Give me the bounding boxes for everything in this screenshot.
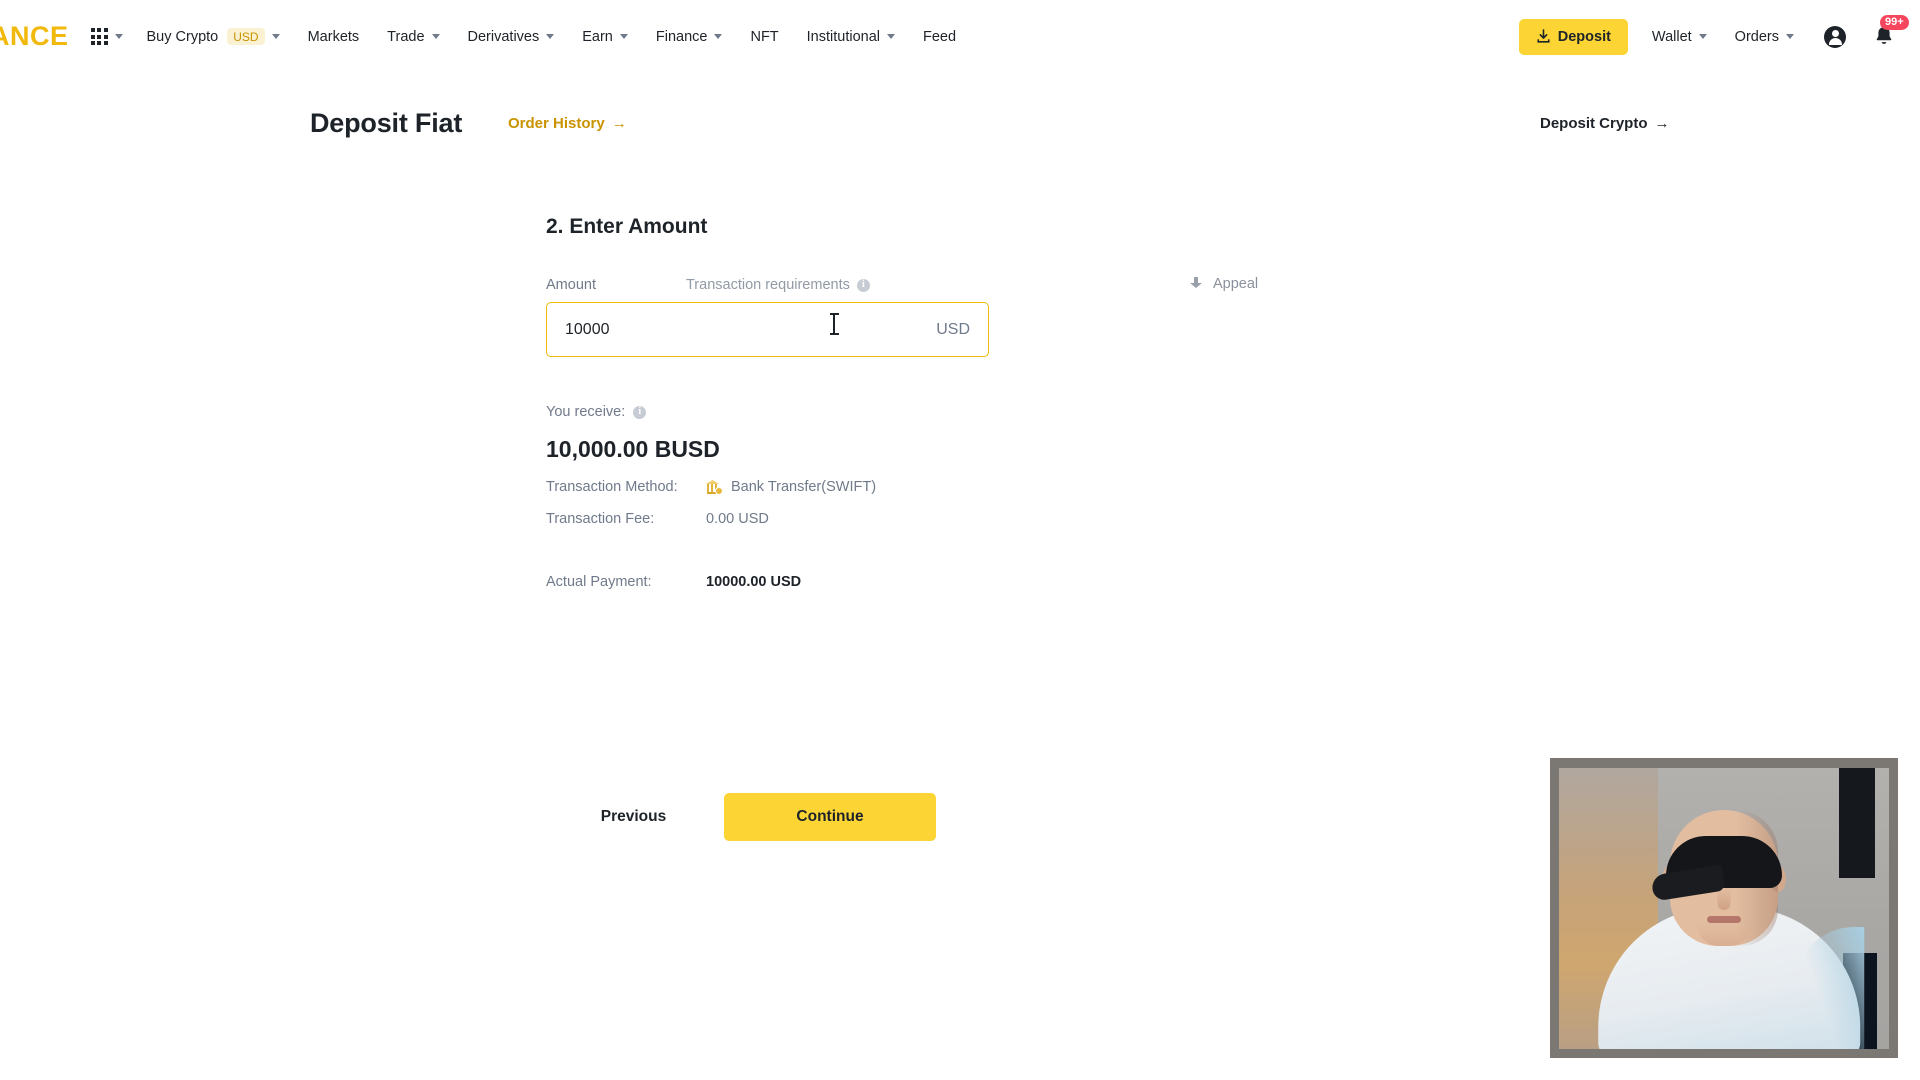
nav-label-trade: Trade — [387, 28, 425, 45]
enter-amount-form: 2. Enter Amount Amount Transaction requi… — [546, 215, 1006, 590]
webcam-shoulder-shadow — [1794, 927, 1865, 1049]
nav-item-wallet[interactable]: Wallet — [1628, 0, 1721, 73]
grid-apps-icon — [90, 28, 108, 45]
transaction-fee-value: 0.00 USD — [706, 511, 769, 527]
transaction-method-label: Transaction Method: — [546, 479, 678, 495]
nav-item-nft[interactable]: NFT — [736, 0, 792, 73]
order-history-link[interactable]: Order History → — [508, 115, 627, 132]
deposit-button-label: Deposit — [1557, 28, 1611, 45]
nav-item-orders[interactable]: Orders — [1721, 0, 1808, 73]
top-navbar: ANCE Buy Crypto USD Markets Trade Deriva… — [0, 0, 1920, 73]
you-receive-amount: 10,000.00 BUSD — [546, 436, 720, 462]
nav-item-institutional[interactable]: Institutional — [793, 0, 909, 73]
chevron-down-icon — [114, 34, 123, 39]
transaction-fee-row: Transaction Fee: 0.00 USD — [546, 511, 1006, 527]
apps-menu-button[interactable] — [83, 28, 133, 45]
chevron-down-icon — [887, 34, 896, 39]
webcam-person-head — [1650, 810, 1786, 946]
amount-input[interactable] — [565, 320, 937, 339]
amount-currency-suffix: USD — [936, 320, 970, 338]
page-header: Deposit Fiat Order History → Deposit Cry… — [0, 103, 1920, 143]
continue-button[interactable]: Continue — [724, 793, 936, 841]
chevron-down-icon — [619, 34, 628, 39]
nav-label-buy-crypto: Buy Crypto — [146, 28, 219, 45]
download-icon — [1537, 29, 1550, 43]
amount-field-header: Amount Transaction requirements — [546, 277, 1006, 293]
appeal-link[interactable]: Appeal — [1189, 276, 1258, 292]
arrow-right-icon: → — [611, 114, 627, 132]
info-icon[interactable] — [633, 405, 647, 419]
nav-item-finance[interactable]: Finance — [642, 0, 737, 73]
transaction-method-row: Transaction Method: Bank Transfer(SWIFT) — [546, 479, 1006, 495]
notification-count-badge: 99+ — [1880, 14, 1909, 30]
binance-logo[interactable]: ANCE — [0, 21, 83, 52]
actual-payment-label: Actual Payment: — [546, 574, 652, 590]
transaction-fee-label: Transaction Fee: — [546, 511, 655, 527]
nav-label-wallet: Wallet — [1651, 28, 1692, 45]
nav-item-feed[interactable]: Feed — [909, 0, 970, 73]
nav-label-markets: Markets — [307, 28, 360, 45]
appeal-label: Appeal — [1213, 276, 1259, 292]
nav-label-feed: Feed — [923, 28, 957, 45]
deposit-button[interactable]: Deposit — [1518, 18, 1628, 55]
you-receive-label: You receive: — [546, 404, 626, 420]
chevron-down-icon — [1698, 34, 1707, 39]
order-history-label: Order History — [508, 114, 605, 132]
nav-label-finance: Finance — [655, 28, 708, 45]
bank-icon — [706, 480, 723, 495]
notifications-button[interactable]: 99+ — [1872, 14, 1909, 50]
webcam-person-nose — [1717, 888, 1731, 910]
chevron-down-icon — [1786, 34, 1794, 39]
webcam-video-frame — [1559, 768, 1889, 1049]
info-icon[interactable] — [856, 278, 870, 292]
amount-label: Amount — [546, 277, 596, 293]
nav-label-nft: NFT — [750, 28, 779, 45]
transaction-requirements-label: Transaction requirements — [685, 277, 850, 293]
deposit-crypto-label: Deposit Crypto — [1540, 114, 1648, 132]
nav-label-institutional: Institutional — [806, 28, 881, 45]
transaction-requirements-link[interactable]: Transaction requirements — [686, 277, 870, 293]
chevron-down-icon — [546, 34, 555, 39]
nav-item-trade[interactable]: Trade — [373, 0, 453, 73]
actual-payment-value: 10000.00 USD — [706, 574, 802, 590]
nav-item-earn[interactable]: Earn — [568, 0, 642, 73]
previous-button[interactable]: Previous — [546, 793, 721, 841]
deposit-crypto-link[interactable]: Deposit Crypto → — [1540, 115, 1670, 132]
nav-item-derivatives[interactable]: Derivatives — [454, 0, 569, 73]
actual-payment-row: Actual Payment: 10000.00 USD — [546, 574, 1006, 590]
user-account-icon[interactable] — [1824, 25, 1846, 48]
webcam-person-cap — [1650, 836, 1782, 902]
nav-item-markets[interactable]: Markets — [294, 0, 374, 73]
nav-label-earn: Earn — [582, 28, 613, 45]
form-actions: Previous Continue — [546, 793, 936, 841]
transaction-method-value-group: Bank Transfer(SWIFT) — [706, 479, 876, 495]
nav-label-orders: Orders — [1734, 28, 1779, 45]
navbar-left-group: ANCE Buy Crypto USD Markets Trade Deriva… — [0, 0, 970, 73]
nav-label-derivatives: Derivatives — [467, 28, 540, 45]
arrow-right-icon: → — [1654, 114, 1670, 132]
currency-pill-usd[interactable]: USD — [227, 28, 265, 45]
chevron-down-icon — [271, 34, 280, 39]
amount-input-wrapper[interactable]: USD — [546, 302, 989, 357]
chevron-down-icon — [714, 34, 723, 39]
appeal-download-icon — [1189, 277, 1203, 291]
you-receive-row: You receive: — [546, 404, 1006, 420]
webcam-overlay[interactable] — [1550, 758, 1898, 1058]
navbar-right-group: Deposit Wallet Orders 99+ — [1518, 0, 1920, 73]
transaction-method-value: Bank Transfer(SWIFT) — [731, 479, 877, 495]
webcam-background-panel — [1839, 768, 1875, 878]
webcam-person-mouth — [1707, 916, 1741, 923]
nav-item-buy-crypto[interactable]: Buy Crypto USD — [133, 0, 294, 73]
chevron-down-icon — [431, 34, 440, 39]
section-title: 2. Enter Amount — [546, 215, 708, 238]
page-title: Deposit Fiat — [310, 107, 463, 138]
